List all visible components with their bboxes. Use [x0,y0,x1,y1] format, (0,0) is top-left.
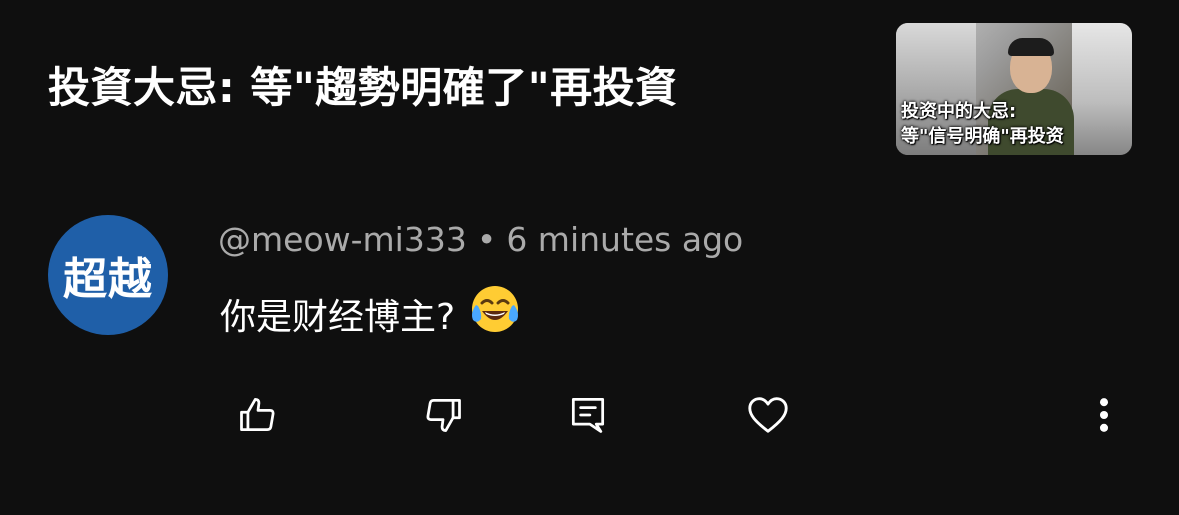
like-button[interactable] [231,388,285,442]
thumbnail-caption-line1: 投资中的大忌: [901,101,1017,122]
avatar-text: 超越 [63,254,153,305]
more-vertical-icon [1099,398,1109,432]
heart-button[interactable] [741,388,795,442]
thumbnail-caption: 投资中的大忌: 等"信号明确"再投资 [901,99,1064,149]
video-title[interactable]: 投資大忌: 等"趨勢明確了"再投資 [48,60,678,116]
thumbnail-caption-line2: 等"信号明确"再投资 [901,126,1064,147]
comment-time: 6 minutes ago [506,220,744,259]
comment-meta: @meow-mi333 • 6 minutes ago [218,218,743,262]
thumbnail-background-window [1072,23,1132,155]
reply-button[interactable] [561,388,615,442]
laughing-crying-emoji-icon [469,283,521,349]
thumb-up-icon [240,398,275,432]
comment-author[interactable]: @meow-mi333 [218,220,467,259]
comment-text: 你是财经博主? [220,297,456,338]
comment-body: 你是财经博主? [220,286,521,352]
heart-icon [748,397,788,433]
reply-comment-icon [571,398,605,433]
more-options-button[interactable] [1078,388,1130,442]
thumbnail-person-hair [1008,38,1054,56]
video-thumbnail[interactable]: 投资中的大忌: 等"信号明确"再投资 [896,23,1132,155]
thumb-down-icon [426,398,461,432]
meta-separator: • [476,220,497,259]
avatar[interactable]: 超越 [48,215,168,335]
dislike-button[interactable] [416,388,470,442]
